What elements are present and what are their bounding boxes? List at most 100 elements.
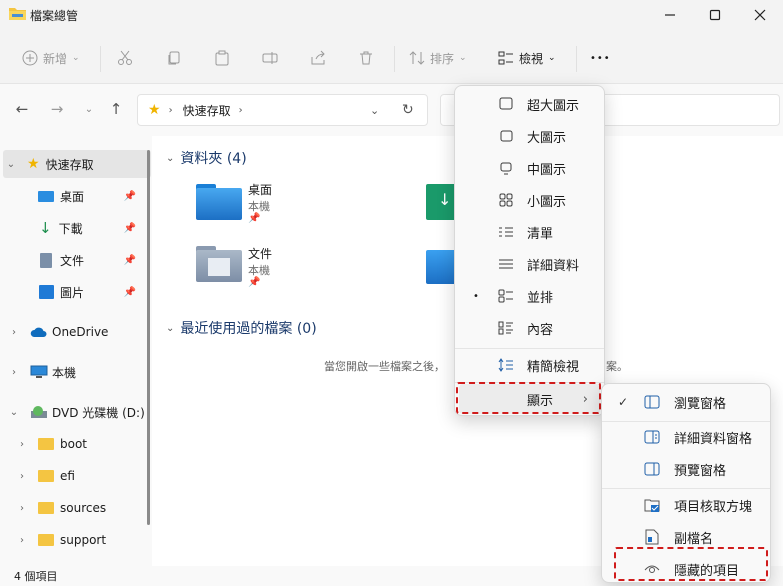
menu-item-details[interactable]: 詳細資料 xyxy=(459,249,600,279)
sidebar-item-desktop[interactable]: 桌面 📌 xyxy=(0,182,148,210)
folders-section-header[interactable]: ⌄ 資料夾 (4) xyxy=(166,148,247,168)
menu-item-large-icons[interactable]: 大圖示 xyxy=(459,121,600,151)
navigation-bar: ← → ⌄ ↑ ★ › 快速存取 › ⌄ ↻ xyxy=(0,84,783,136)
sidebar-item-onedrive[interactable]: › OneDrive xyxy=(0,318,148,346)
item-name[interactable]: 文件 xyxy=(248,245,272,262)
recent-locations-button[interactable]: ⌄ xyxy=(78,98,100,120)
pictures-folder-icon xyxy=(426,250,456,284)
view-button[interactable]: 檢視 ⌄ xyxy=(498,44,556,72)
view-label: 檢視 xyxy=(519,51,544,66)
sidebar-item-support[interactable]: › support xyxy=(0,526,148,554)
sort-label: 排序 xyxy=(430,51,455,66)
checkbox-icon xyxy=(643,496,661,514)
forward-button[interactable]: → xyxy=(46,98,68,120)
pin-icon[interactable]: 📌 xyxy=(124,191,136,202)
close-button[interactable] xyxy=(738,2,782,28)
selected-bullet-icon: • xyxy=(473,290,479,302)
sidebar-item-efi[interactable]: › efi xyxy=(0,462,148,490)
plus-circle-icon xyxy=(22,50,38,66)
menu-item-extra-large-icons[interactable]: 超大圖示 xyxy=(459,89,600,119)
breadcrumb-quick-access[interactable]: 快速存取 xyxy=(183,102,231,119)
folder-icon xyxy=(38,438,54,450)
toolbar-divider xyxy=(576,46,577,72)
menu-item-tiles[interactable]: • 並排 xyxy=(459,281,600,311)
cloud-icon xyxy=(30,327,47,337)
sidebar-item-label: OneDrive xyxy=(52,325,109,339)
sidebar-item-downloads[interactable]: ↓ 下載 📌 xyxy=(0,214,148,242)
chevron-down-icon: ⌄ xyxy=(548,53,556,63)
copy-button[interactable] xyxy=(166,44,182,72)
sort-icon xyxy=(409,51,425,65)
highlight-hidden-items xyxy=(614,547,768,581)
sidebar-item-documents[interactable]: 文件 📌 xyxy=(0,246,148,274)
chevron-right-icon[interactable]: › xyxy=(14,439,30,450)
menu-item-item-check-boxes[interactable]: 項目核取方塊 xyxy=(606,490,766,520)
sidebar-item-sources[interactable]: › sources xyxy=(0,494,148,522)
chevron-right-icon: › xyxy=(238,104,243,116)
chevron-right-icon[interactable]: › xyxy=(14,471,30,482)
rename-button[interactable] xyxy=(262,44,278,72)
menu-item-details-pane[interactable]: 詳細資料窗格 xyxy=(606,422,766,452)
menu-item-compact-view[interactable]: 精簡檢視 xyxy=(459,350,600,380)
paste-button[interactable] xyxy=(214,44,230,72)
menu-item-navigation-pane[interactable]: ✓ 瀏覽窗格 xyxy=(606,387,766,417)
view-menu: 超大圖示 大圖示 中圖示 小圖示 清單 詳細資料 • 並排 內容 精簡檢視 顯示… xyxy=(454,85,605,416)
arrow-up-icon: ↑ xyxy=(109,100,123,118)
chevron-right-icon[interactable]: › xyxy=(14,535,30,546)
sidebar-item-dvd[interactable]: ⌄ DVD 光碟機 (D:) xyxy=(0,398,148,426)
menu-item-list[interactable]: 清單 xyxy=(459,217,600,247)
new-button[interactable]: 新增 ⌄ xyxy=(22,44,80,72)
pin-icon[interactable]: 📌 xyxy=(124,223,136,234)
menu-item-small-icons[interactable]: 小圖示 xyxy=(459,185,600,215)
window-title: 檔案總管 xyxy=(30,9,79,23)
cut-button[interactable] xyxy=(117,44,133,72)
folder-icon xyxy=(38,502,54,514)
chevron-down-icon: ⌄ xyxy=(166,322,175,334)
minimize-button[interactable] xyxy=(648,2,692,28)
address-bar[interactable]: ★ › 快速存取 › ⌄ ↻ xyxy=(137,94,428,126)
menu-item-label: 大圖示 xyxy=(527,130,567,146)
arrow-left-icon: ← xyxy=(15,100,29,118)
sidebar-item-boot[interactable]: › boot xyxy=(0,430,148,458)
back-button[interactable]: ← xyxy=(11,98,33,120)
empty-state-text: 當您開啟一些檔案之後， xyxy=(324,360,445,373)
chevron-down-icon: ⌄ xyxy=(72,53,80,63)
sidebar-scrollbar[interactable] xyxy=(147,150,150,525)
chevron-right-icon[interactable]: › xyxy=(6,327,22,338)
highlight-show-item xyxy=(456,382,601,414)
menu-item-label: 精簡檢視 xyxy=(527,359,580,375)
monitor-icon xyxy=(497,95,515,113)
menu-item-label: 超大圖示 xyxy=(527,98,580,114)
pin-icon[interactable]: 📌 xyxy=(124,287,136,298)
sidebar-item-quick-access[interactable]: ⌄ ★ 快速存取 xyxy=(3,150,151,178)
recent-section-header[interactable]: ⌄ 最近使用過的檔案 (0) xyxy=(166,318,317,338)
item-name[interactable]: 桌面 xyxy=(248,181,272,198)
chevron-down-icon[interactable]: ⌄ xyxy=(6,407,22,418)
delete-button[interactable] xyxy=(358,44,374,72)
trash-icon xyxy=(360,51,372,65)
pin-icon[interactable]: 📌 xyxy=(124,255,136,266)
menu-item-medium-icons[interactable]: 中圖示 xyxy=(459,153,600,183)
list-icon xyxy=(497,223,515,241)
menu-item-label: 清單 xyxy=(527,226,554,242)
sidebar-item-pictures[interactable]: 圖片 📌 xyxy=(0,278,148,306)
sidebar-item-this-pc[interactable]: › 本機 xyxy=(0,358,148,386)
up-button[interactable]: ↑ xyxy=(105,98,127,120)
chevron-right-icon: › xyxy=(168,104,173,116)
pin-icon: 📌 xyxy=(248,277,261,288)
menu-item-label: 副檔名 xyxy=(674,531,714,547)
chevron-down-icon[interactable]: ⌄ xyxy=(3,159,19,170)
menu-item-preview-pane[interactable]: 預覽窗格 xyxy=(606,454,766,484)
new-label: 新增 xyxy=(43,51,68,66)
maximize-button[interactable] xyxy=(693,2,737,28)
chevron-right-icon[interactable]: › xyxy=(14,503,30,514)
dvd-drive-icon xyxy=(31,406,47,418)
chevron-down-icon[interactable]: ⌄ xyxy=(370,104,379,117)
menu-item-content[interactable]: 內容 xyxy=(459,313,600,343)
chevron-right-icon[interactable]: › xyxy=(6,367,22,378)
share-button[interactable] xyxy=(310,44,326,72)
refresh-icon[interactable]: ↻ xyxy=(402,102,414,118)
sort-button[interactable]: 排序 ⌄ xyxy=(409,44,467,72)
copy-icon xyxy=(168,51,180,65)
more-options-button[interactable]: ••• xyxy=(590,44,611,72)
